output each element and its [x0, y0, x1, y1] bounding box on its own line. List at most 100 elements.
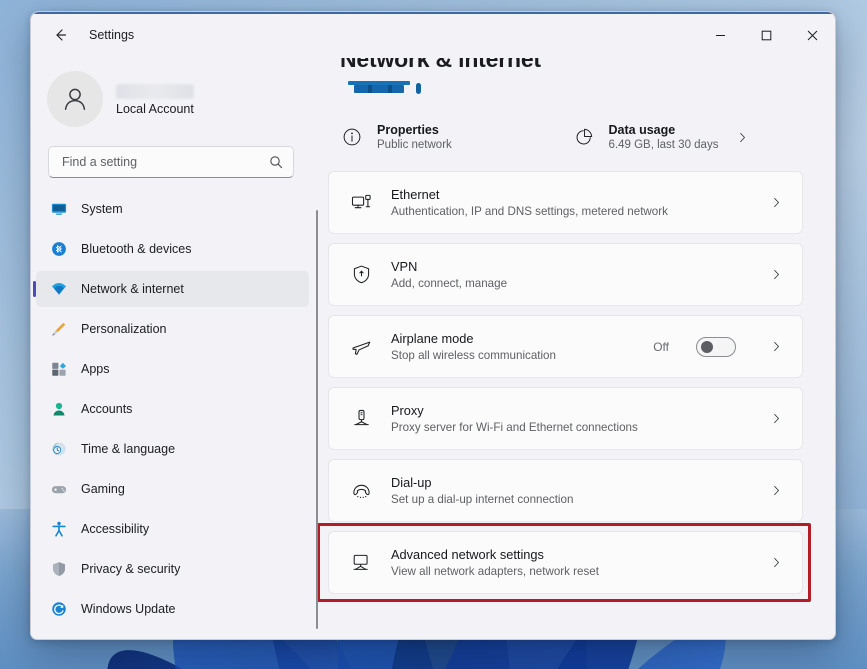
ethernet-monitor-icon-wrap: [349, 191, 373, 215]
chevron-right-icon: [740, 132, 745, 142]
app-title: Settings: [89, 28, 135, 42]
chevron-right-icon: [773, 557, 779, 568]
sidebar-item-label: Network & internet: [81, 282, 184, 296]
sidebar-item-accessibility[interactable]: Accessibility: [36, 511, 309, 547]
info-circle-icon-wrap: [340, 125, 364, 149]
system-monitor-icon-wrap: [50, 200, 68, 218]
card-dial-up[interactable]: Dial-up Set up a dial-up internet connect…: [328, 459, 803, 522]
card-text: Ethernet Authentication, IP and DNS setti…: [391, 187, 748, 218]
card-chevron[interactable]: [766, 483, 786, 498]
card-title: Ethernet: [391, 187, 440, 202]
close-button[interactable]: [789, 12, 835, 58]
card-title: VPN: [391, 259, 418, 274]
accounts-person-icon: [53, 402, 65, 416]
vpn-shield-icon: [353, 265, 369, 284]
gamepad-icon-wrap: [50, 480, 68, 498]
card-chevron[interactable]: [766, 339, 786, 354]
summary-subtitle: 6.49 GB, last 30 days: [608, 139, 719, 151]
sidebar-item-label: Personalization: [81, 322, 167, 336]
accounts-person-icon-wrap: [50, 400, 68, 418]
card-title: Advanced network settings: [391, 547, 544, 562]
maximize-icon: [761, 30, 771, 40]
sidebar-item-label: Gaming: [81, 482, 125, 496]
summary-title: Data usage: [608, 123, 676, 137]
card-ethernet[interactable]: Ethernet Authentication, IP and DNS setti…: [328, 171, 803, 234]
proxy-server-icon-wrap: [349, 407, 373, 431]
sidebar-item-windows-update[interactable]: Windows Update: [36, 591, 309, 627]
sidebar-item-gaming[interactable]: Gaming: [36, 471, 309, 507]
window-titlebar: Settings: [31, 12, 835, 58]
card-subtitle: Set up a dial-up internet connection: [391, 493, 574, 506]
advanced-network-icon-wrap: [349, 551, 373, 575]
card-text: Proxy Proxy server for Wi-Fi and Ethernet…: [391, 403, 748, 434]
card-chevron[interactable]: [766, 411, 786, 426]
search-wrapper: [31, 132, 318, 178]
update-refresh-icon: [52, 602, 66, 616]
card-vpn[interactable]: VPN Add, connect, manage: [328, 243, 803, 306]
paintbrush-icon: [52, 322, 66, 336]
account-name-redacted: [116, 84, 194, 99]
sidebar-item-bluetooth-devices[interactable]: Bluetooth & devices: [36, 231, 309, 267]
card-subtitle: View all network adapters, network reset: [391, 565, 599, 578]
sidebar-item-privacy-security[interactable]: Privacy & security: [36, 551, 309, 587]
back-button[interactable]: [45, 20, 75, 50]
sidebar-item-apps[interactable]: Apps: [36, 351, 309, 387]
settings-card-list: Ethernet Authentication, IP and DNS setti…: [318, 171, 811, 602]
card-chevron[interactable]: [766, 555, 786, 570]
avatar: [47, 71, 103, 127]
maximize-button[interactable]: [743, 12, 789, 58]
minimize-button[interactable]: [697, 12, 743, 58]
vpn-shield-icon-wrap: [349, 263, 373, 287]
sidebar-item-network-internet[interactable]: Network & internet: [36, 271, 309, 307]
minimize-icon: [715, 34, 725, 36]
sidebar-item-system[interactable]: System: [36, 191, 309, 227]
shield-icon-wrap: [50, 560, 68, 578]
sidebar-item-label: Time & language: [81, 442, 176, 456]
sidebar-item-personalization[interactable]: Personalization: [36, 311, 309, 347]
settings-window: Settings Local Account Find a setting Sy…: [30, 11, 836, 640]
update-refresh-icon-wrap: [50, 600, 68, 618]
card-subtitle: Stop all wireless communication: [391, 349, 556, 362]
sidebar-item-label: Apps: [81, 362, 110, 376]
airplane-icon: [351, 341, 370, 355]
card-text: Airplane mode Stop all wireless communica…: [391, 331, 635, 362]
card-text: Advanced network settings View all networ…: [391, 547, 748, 578]
summary-chevron[interactable]: [731, 130, 753, 145]
card-airplane-mode[interactable]: Airplane mode Stop all wireless communica…: [328, 315, 803, 378]
sidebar-item-label: Accounts: [81, 402, 133, 416]
bluetooth-icon: [52, 242, 66, 256]
card-chevron[interactable]: [766, 267, 786, 282]
proxy-server-icon: [353, 409, 369, 426]
summary-title: Properties: [377, 123, 439, 137]
sidebar-item-time-language[interactable]: Time & language: [36, 431, 309, 467]
card-title: Proxy: [391, 403, 424, 418]
gamepad-icon: [51, 486, 67, 494]
toggle-state-label: Off: [653, 339, 669, 354]
content-inner: Network & internet Properties Public net…: [318, 58, 817, 602]
dialup-phone-icon-wrap: [349, 479, 373, 503]
sidebar-item-label: Accessibility: [81, 522, 150, 536]
summary-item-data-usage[interactable]: Data usage 6.49 GB, last 30 days: [572, 123, 804, 151]
bluetooth-icon-wrap: [50, 240, 68, 258]
ethernet-monitor-icon: [351, 194, 371, 209]
card-chevron[interactable]: [766, 195, 786, 210]
accessibility-person-icon-wrap: [50, 520, 68, 538]
sidebar-item-label: Windows Update: [81, 602, 176, 616]
back-arrow-icon: [56, 29, 67, 41]
card-text: VPN Add, connect, manage: [391, 259, 748, 290]
account-block[interactable]: Local Account: [31, 58, 318, 132]
search-input[interactable]: [62, 155, 261, 169]
airplane-mode-toggle[interactable]: [696, 336, 736, 357]
titlebar-left: Settings: [31, 20, 318, 50]
card-proxy[interactable]: Proxy Proxy server for Wi-Fi and Ethernet…: [328, 387, 803, 450]
chevron-right-icon: [773, 341, 779, 352]
search-box[interactable]: [48, 146, 294, 178]
summary-item-properties[interactable]: Properties Public network: [340, 123, 572, 151]
card-title: Dial-up: [391, 475, 432, 490]
sidebar-item-accounts[interactable]: Accounts: [36, 391, 309, 427]
system-monitor-icon: [51, 203, 67, 215]
desktop: Settings Local Account Find a setting Sy…: [0, 0, 867, 669]
clock-globe-icon: [52, 442, 66, 456]
summary-text: Properties Public network: [377, 123, 452, 151]
card-advanced-network-settings[interactable]: Advanced network settings View all networ…: [318, 523, 811, 602]
